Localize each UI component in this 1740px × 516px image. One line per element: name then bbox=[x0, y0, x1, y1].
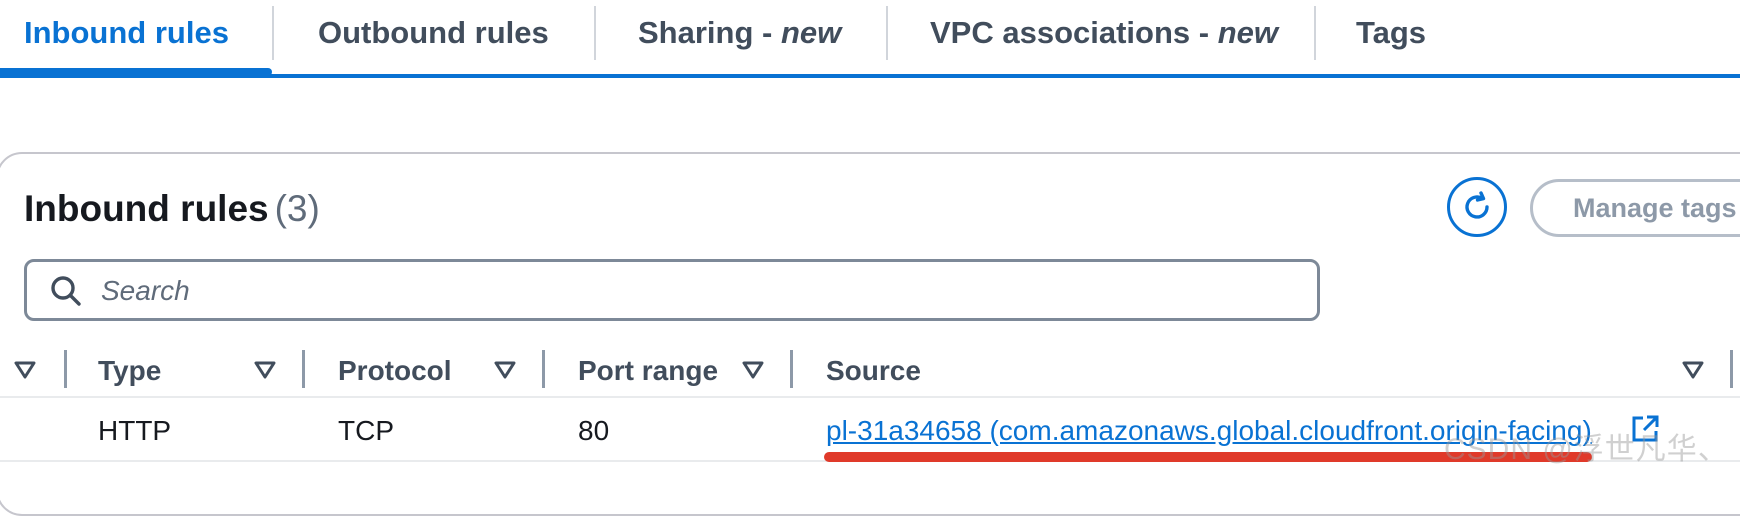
tab-label: Inbound rules bbox=[24, 15, 229, 50]
tab-label: Outbound rules bbox=[318, 15, 549, 50]
active-tab-indicator bbox=[0, 68, 272, 76]
column-header-port-range[interactable]: Port range bbox=[578, 351, 718, 391]
column-header-type[interactable]: Type bbox=[98, 351, 161, 391]
tab-label: Sharing - bbox=[638, 15, 781, 50]
sort-icon[interactable] bbox=[254, 358, 276, 382]
table-header-divider bbox=[0, 396, 1740, 398]
column-divider[interactable] bbox=[1730, 350, 1733, 388]
column-header-protocol[interactable]: Protocol bbox=[338, 351, 452, 391]
column-divider[interactable] bbox=[790, 350, 793, 388]
search-input[interactable] bbox=[99, 268, 1293, 314]
cell-protocol: TCP bbox=[338, 415, 394, 446]
column-divider[interactable] bbox=[542, 350, 545, 388]
tab-label: VPC associations - bbox=[930, 15, 1218, 50]
manage-tags-button[interactable]: Manage tags bbox=[1530, 179, 1740, 237]
refresh-button[interactable] bbox=[1447, 177, 1507, 237]
tab-divider bbox=[886, 6, 888, 60]
sort-icon[interactable] bbox=[742, 358, 764, 382]
cell-type: HTTP bbox=[98, 415, 172, 446]
watermark: CSDN @浮世凡华、 bbox=[1444, 433, 1729, 466]
tab-label: Tags bbox=[1356, 15, 1427, 50]
tab-divider bbox=[1314, 6, 1316, 60]
rule-count: (3) bbox=[274, 188, 320, 229]
tab-divider bbox=[594, 6, 596, 60]
tab-bar: Inbound rules Outbound rules Sharing - n… bbox=[0, 0, 1740, 78]
sort-icon[interactable] bbox=[1682, 358, 1704, 382]
sort-icon[interactable] bbox=[14, 358, 36, 382]
new-badge: new bbox=[1217, 15, 1279, 50]
search-box[interactable] bbox=[24, 259, 1320, 321]
tab-tags[interactable]: Tags bbox=[1356, 0, 1426, 66]
refresh-icon bbox=[1465, 191, 1489, 219]
manage-tags-label: Manage tags bbox=[1573, 193, 1737, 223]
sort-icon[interactable] bbox=[494, 358, 516, 382]
column-header-source[interactable]: Source bbox=[826, 351, 921, 391]
search-icon bbox=[51, 276, 81, 306]
tab-outbound-rules[interactable]: Outbound rules bbox=[318, 0, 549, 66]
tab-sharing[interactable]: Sharing - new bbox=[638, 0, 841, 66]
column-divider[interactable] bbox=[64, 350, 67, 388]
panel-title: Inbound rules (3) bbox=[24, 188, 320, 230]
cell-port-range: 80 bbox=[578, 415, 610, 446]
tab-divider bbox=[272, 6, 274, 60]
new-badge: new bbox=[780, 15, 842, 50]
panel-title-text: Inbound rules bbox=[24, 188, 269, 229]
tab-vpc-associations[interactable]: VPC associations - new bbox=[930, 0, 1278, 66]
tab-inbound-rules[interactable]: Inbound rules bbox=[24, 0, 229, 66]
column-divider[interactable] bbox=[302, 350, 305, 388]
